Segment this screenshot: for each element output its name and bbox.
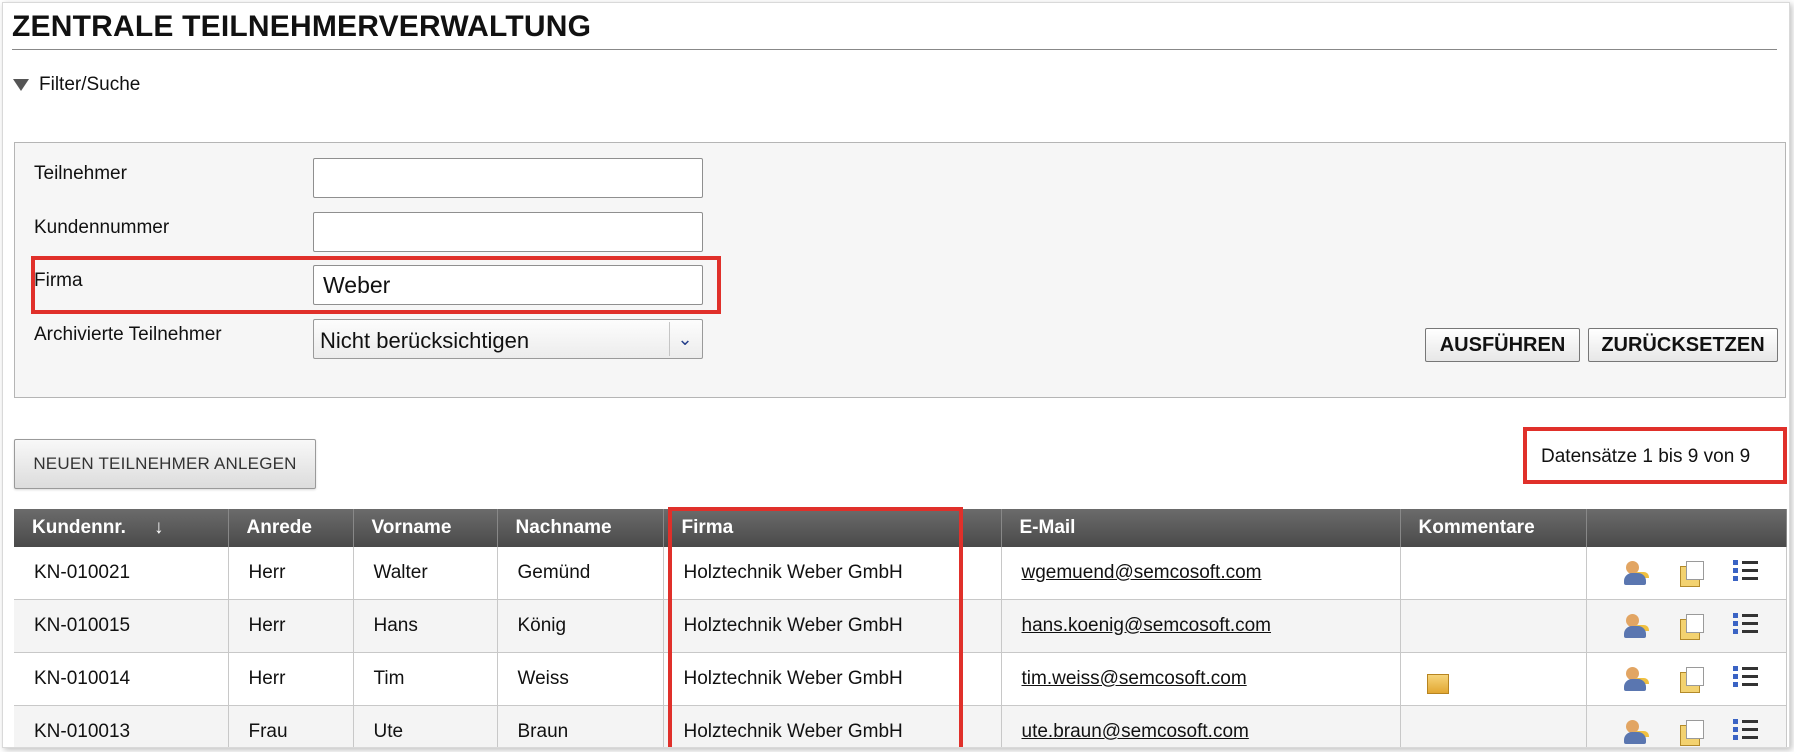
sort-down-icon[interactable]: ↓: [154, 517, 164, 538]
archived-select[interactable]: Nicht berücksichtigen ⌄: [313, 319, 703, 359]
archived-select-value: Nicht berücksichtigen: [320, 328, 530, 353]
cell-kundennr: KN-010014: [14, 652, 229, 706]
triangle-down-icon: [13, 79, 29, 91]
table-row: KN-010015 Herr Hans König Holztechnik We…: [14, 599, 1787, 653]
cell-nachname: Braun: [497, 705, 664, 747]
archived-label: Archivierte Teilnehmer: [34, 324, 222, 345]
details-list-icon[interactable]: [1732, 664, 1760, 694]
cell-anrede: Herr: [228, 547, 354, 600]
filter-panel: Teilnehmer Kundennummer Firma Archiviert…: [14, 142, 1786, 398]
column-header-nachname[interactable]: Nachname: [497, 509, 664, 547]
cell-firma: Holztechnik Weber GmbH: [663, 705, 1002, 747]
teilnehmer-input[interactable]: [313, 158, 703, 198]
cell-email-link[interactable]: hans.koenig@semcosoft.com: [1001, 599, 1401, 653]
details-list-icon[interactable]: [1732, 717, 1760, 747]
table-row: KN-010013 Frau Ute Braun Holztechnik Web…: [14, 705, 1787, 747]
firma-input[interactable]: [313, 265, 703, 305]
column-header-vorname[interactable]: Vorname: [353, 509, 498, 547]
copy-participant-icon[interactable]: [1678, 613, 1705, 640]
firma-label: Firma: [34, 270, 83, 291]
details-list-icon[interactable]: [1732, 558, 1760, 588]
column-header-kundennr-label: Kundennr.: [32, 517, 126, 538]
teilnehmer-label: Teilnehmer: [34, 163, 127, 184]
column-header-kundennr[interactable]: Kundennr. ↓: [14, 509, 229, 547]
cell-firma: Holztechnik Weber GmbH: [663, 599, 1002, 653]
kundennummer-input[interactable]: [313, 212, 703, 252]
filter-toggle[interactable]: Filter/Suche: [13, 74, 140, 96]
table-row: KN-010021 Herr Walter Gemünd Holztechnik…: [14, 547, 1787, 600]
table-row: KN-010014 Herr Tim Weiss Holztechnik Web…: [14, 652, 1787, 706]
cell-kundennr: KN-010015: [14, 599, 229, 653]
participants-table: Kundennr. ↓ Anrede Vorname Nachname Firma…: [14, 509, 1787, 747]
column-header-email[interactable]: E-Mail: [1001, 509, 1401, 547]
column-header-anrede[interactable]: Anrede: [228, 509, 354, 547]
cell-anrede: Herr: [228, 652, 354, 706]
edit-participant-icon[interactable]: [1623, 613, 1650, 640]
cell-firma: Holztechnik Weber GmbH: [663, 652, 1002, 706]
filter-toggle-label: Filter/Suche: [39, 74, 141, 95]
column-header-kommentare[interactable]: Kommentare: [1400, 509, 1587, 547]
cell-email-link[interactable]: wgemuend@semcosoft.com: [1001, 547, 1401, 600]
cell-kommentare: [1400, 705, 1587, 747]
cell-actions: [1586, 599, 1787, 653]
cell-actions: [1586, 652, 1787, 706]
column-header-actions: [1586, 509, 1787, 547]
cell-email-link[interactable]: tim.weiss@semcosoft.com: [1001, 652, 1401, 706]
comment-note-icon[interactable]: [1426, 674, 1449, 694]
kundennummer-label: Kundennummer: [34, 217, 170, 238]
table-header-row: Kundennr. ↓ Anrede Vorname Nachname Firma…: [14, 509, 1787, 547]
records-info: Datensätze 1 bis 9 von 9: [1541, 446, 1751, 467]
execute-button[interactable]: AUSFÜHREN: [1425, 328, 1580, 362]
edit-participant-icon[interactable]: [1623, 719, 1650, 746]
cell-nachname: Weiss: [497, 652, 664, 706]
cell-anrede: Herr: [228, 599, 354, 653]
edit-participant-icon[interactable]: [1623, 560, 1650, 587]
app-frame: ZENTRALE TEILNEHMERVERWALTUNG Filter/Suc…: [2, 2, 1790, 748]
details-list-icon[interactable]: [1732, 611, 1760, 641]
cell-vorname: Hans: [353, 599, 498, 653]
cell-vorname: Walter: [353, 547, 498, 600]
column-header-firma[interactable]: Firma: [663, 509, 1002, 547]
cell-kommentare: [1400, 547, 1587, 600]
reset-button[interactable]: ZURÜCKSETZEN: [1588, 328, 1778, 362]
page-title: ZENTRALE TEILNEHMERVERWALTUNG: [12, 10, 592, 43]
edit-participant-icon[interactable]: [1623, 666, 1650, 693]
copy-participant-icon[interactable]: [1678, 560, 1705, 587]
copy-participant-icon[interactable]: [1678, 666, 1705, 693]
cell-kommentare: [1400, 652, 1587, 706]
copy-participant-icon[interactable]: [1678, 719, 1705, 746]
cell-email-link[interactable]: ute.braun@semcosoft.com: [1001, 705, 1401, 747]
cell-anrede: Frau: [228, 705, 354, 747]
chevron-down-icon[interactable]: ⌄: [669, 322, 700, 356]
cell-vorname: Tim: [353, 652, 498, 706]
cell-kommentare: [1400, 599, 1587, 653]
cell-firma: Holztechnik Weber GmbH: [663, 547, 1002, 600]
title-divider: [12, 49, 1777, 50]
cell-vorname: Ute: [353, 705, 498, 747]
cell-actions: [1586, 547, 1787, 600]
cell-nachname: König: [497, 599, 664, 653]
cell-actions: [1586, 705, 1787, 747]
cell-kundennr: KN-010013: [14, 705, 229, 747]
new-participant-button[interactable]: NEUEN TEILNEHMER ANLEGEN: [14, 439, 316, 489]
cell-kundennr: KN-010021: [14, 547, 229, 600]
cell-nachname: Gemünd: [497, 547, 664, 600]
